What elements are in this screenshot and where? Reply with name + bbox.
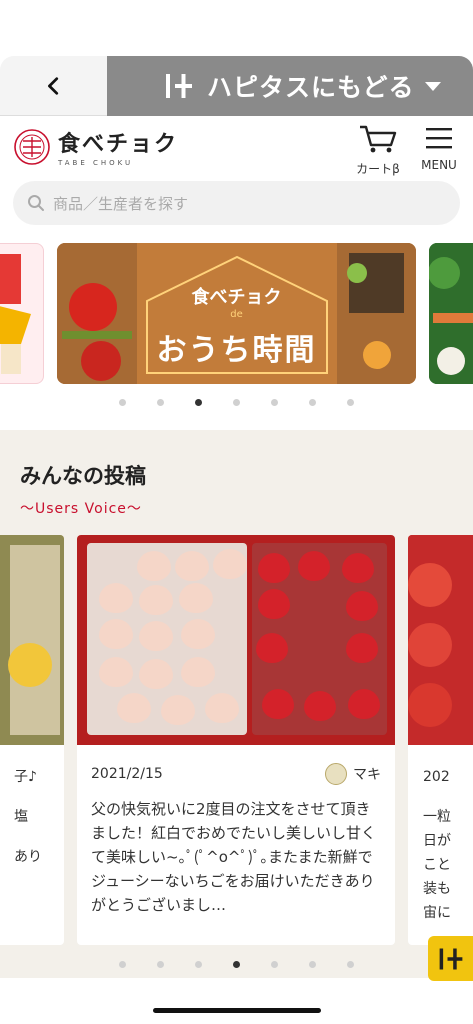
voice-card-prev-text-1: 子♪ bbox=[14, 769, 37, 785]
caret-down-icon bbox=[424, 81, 441, 91]
white-strawberry-tray bbox=[87, 543, 247, 735]
pagination-dot-active[interactable] bbox=[195, 399, 202, 406]
hapitas-logo-icon bbox=[166, 74, 192, 98]
voice-pagination bbox=[0, 961, 473, 968]
banner-title-main: おうち時間 bbox=[156, 333, 317, 368]
hamburger-icon bbox=[426, 128, 452, 149]
post-author[interactable]: マキ bbox=[325, 763, 381, 785]
banner-pagination bbox=[0, 399, 473, 406]
voice-card-next-date: 202 bbox=[423, 769, 450, 785]
logo-subtext: TABE CHOKU bbox=[58, 159, 134, 167]
site-header: 食べチョク TABE CHOKU カートβ MENU bbox=[0, 116, 473, 182]
back-button[interactable] bbox=[0, 56, 107, 116]
cart-icon bbox=[360, 125, 397, 153]
voice-card-prev-text-2: 塩 bbox=[14, 809, 28, 825]
return-to-hapitas-button[interactable]: ハピタスにもどる bbox=[107, 56, 473, 116]
avatar bbox=[325, 763, 347, 785]
cart-button[interactable]: カートβ bbox=[352, 124, 404, 177]
section-subtitle: 〜Users Voice〜 bbox=[20, 501, 142, 517]
search-input[interactable]: 商品／生産者を探す bbox=[13, 181, 460, 225]
search-placeholder: 商品／生産者を探す bbox=[53, 194, 189, 213]
voice-card[interactable]: 2021/2/15 マキ 父の快気祝いに2度目の注文をさせて頂きました！紅白でお… bbox=[77, 535, 395, 945]
hapitas-return-label: ハピタスにもどる bbox=[207, 73, 415, 102]
post-date: 2021/2/15 bbox=[91, 766, 163, 782]
voice-card-prev-text-3: あり bbox=[14, 849, 42, 865]
logo-mark-icon bbox=[14, 128, 50, 165]
menu-label: MENU bbox=[421, 158, 457, 172]
logo-text: 食べチョク bbox=[58, 132, 179, 157]
banner-slide-prev[interactable] bbox=[0, 243, 44, 384]
banner-carousel: 食べチョク de おうち時間 bbox=[0, 243, 473, 384]
voice-card-next-text-5: 宙に bbox=[423, 905, 451, 921]
home-indicator[interactable] bbox=[153, 1008, 321, 1013]
search-icon bbox=[28, 195, 44, 211]
red-strawberry-tray bbox=[252, 543, 387, 735]
pagination-dot-active[interactable] bbox=[233, 961, 240, 968]
hapitas-logo-icon bbox=[439, 948, 462, 969]
menu-button[interactable]: MENU bbox=[414, 126, 464, 172]
pagination-dot[interactable] bbox=[119, 961, 126, 968]
pagination-dot[interactable] bbox=[233, 399, 240, 406]
pagination-dot[interactable] bbox=[347, 399, 354, 406]
hapitas-float-button[interactable] bbox=[428, 936, 473, 981]
post-body: 父の快気祝いに2度目の注文をさせて頂きました！紅白でおめでたいし美しいし甘くて美… bbox=[91, 800, 377, 914]
pagination-dot[interactable] bbox=[195, 961, 202, 968]
banner-slide-next[interactable] bbox=[429, 243, 473, 384]
banner-title-de: de bbox=[230, 309, 243, 320]
pagination-dot[interactable] bbox=[119, 399, 126, 406]
hapitas-bar: ハピタスにもどる bbox=[0, 56, 473, 116]
banner-prev-image bbox=[0, 254, 31, 374]
pagination-dot[interactable] bbox=[347, 961, 354, 968]
voice-card-prev-image bbox=[0, 535, 64, 745]
voice-card-prev[interactable]: 子♪ 塩 あり bbox=[0, 535, 64, 945]
banner-title-top: 食べチョク bbox=[191, 287, 282, 308]
pagination-dot[interactable] bbox=[309, 961, 316, 968]
voice-card-next-image bbox=[408, 535, 473, 745]
chevron-left-icon bbox=[47, 76, 58, 95]
banner-slide-ouchi[interactable]: 食べチョク de おうち時間 bbox=[57, 243, 416, 384]
voice-card-image bbox=[408, 535, 473, 745]
section-title: みんなの投稿 bbox=[20, 464, 146, 488]
voice-card-image bbox=[77, 535, 395, 745]
pagination-dot[interactable] bbox=[157, 961, 164, 968]
users-voice-section: みんなの投稿 〜Users Voice〜 子♪ 塩 あり 2021/2/15 マ… bbox=[0, 430, 473, 978]
voice-card-next[interactable]: 202 一粒 日が こと 装も 宙に bbox=[408, 535, 473, 945]
pagination-dot[interactable] bbox=[271, 961, 278, 968]
banner-next-image bbox=[429, 243, 473, 384]
voice-card-image bbox=[0, 535, 64, 745]
pagination-dot[interactable] bbox=[271, 399, 278, 406]
tabechoku-logo[interactable]: 食べチョク TABE CHOKU bbox=[12, 126, 178, 167]
author-name: マキ bbox=[353, 767, 381, 783]
pagination-dot[interactable] bbox=[157, 399, 164, 406]
pagination-dot[interactable] bbox=[309, 399, 316, 406]
cart-label: カートβ bbox=[356, 162, 400, 176]
